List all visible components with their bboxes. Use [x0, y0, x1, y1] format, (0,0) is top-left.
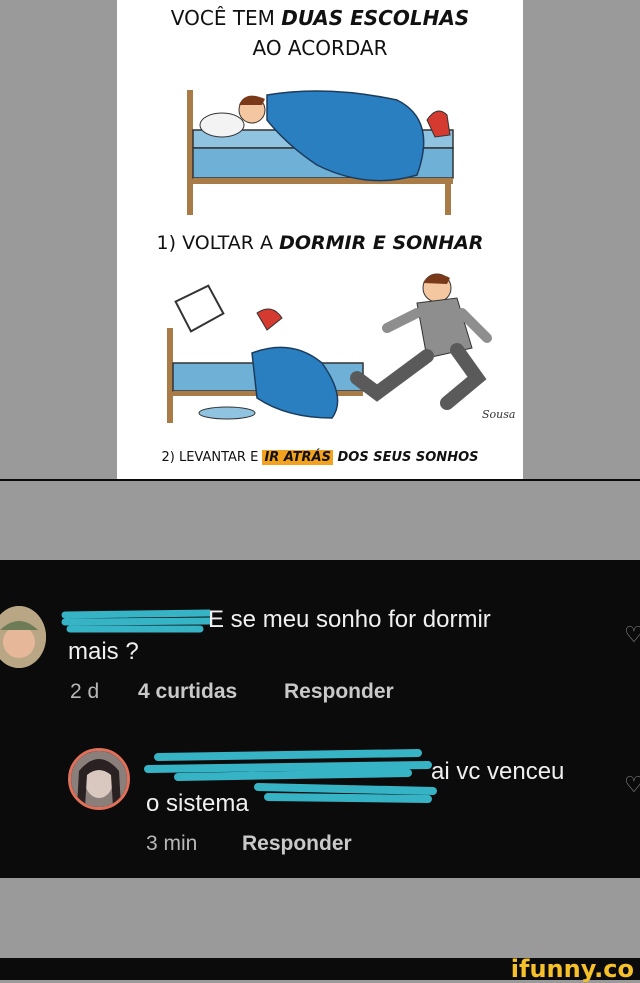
redacted-username: [144, 749, 437, 803]
sleeping-illustration: [187, 90, 454, 215]
like-icon[interactable]: ♡: [624, 622, 640, 648]
likes-count[interactable]: 4 curtidas: [138, 680, 237, 704]
highlight-text: IR ATRÁS: [262, 450, 333, 465]
like-icon[interactable]: ♡: [624, 772, 640, 798]
choice1-caption: 1) VOLTAR A DORMIR E SONHAR: [156, 232, 484, 254]
meme-title-line2: AO ACORDAR: [252, 36, 388, 60]
artist-signature: Sousa: [482, 408, 515, 421]
meme-image: VOCÊ TEM DUAS ESCOLHAS AO ACORDAR 1) VOL…: [117, 0, 523, 479]
running-illustration: Sousa: [167, 273, 515, 423]
reply-button[interactable]: Responder: [242, 832, 352, 856]
comment-time: 2 d: [70, 680, 100, 703]
comment-text: E se meu sonho for dormir mais ?: [61, 604, 588, 668]
redacted-username: [61, 607, 210, 633]
choice2-caption: 2) LEVANTAR E IR ATRÁS DOS SEUS SONHOS: [161, 450, 479, 465]
meme-title-line1: VOCÊ TEM DUAS ESCOLHAS: [170, 6, 470, 30]
ifunny-watermark: ifunny.co: [510, 955, 634, 983]
avatar[interactable]: [68, 748, 130, 810]
reply-button[interactable]: Responder: [284, 680, 394, 704]
separator: [0, 479, 640, 481]
comment-time: 3 min: [146, 832, 198, 855]
comment-text: ai vc venceu o sistema: [144, 749, 606, 820]
separator: [0, 560, 640, 578]
